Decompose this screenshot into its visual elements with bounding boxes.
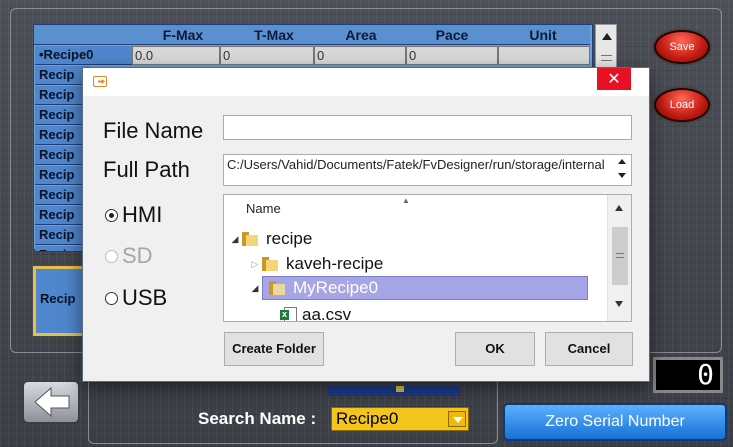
tree-node-label: aa.csv [302, 305, 352, 322]
column-header: Pace [435, 27, 469, 43]
load-button[interactable]: Load [654, 88, 710, 122]
file-name-label: File Name [103, 118, 204, 143]
radio-unchecked-icon [105, 249, 118, 263]
selected-node-highlight[interactable]: MyRecipe0 [262, 276, 588, 300]
scroll-up-icon[interactable] [602, 33, 612, 40]
cancel-button[interactable]: Cancel [545, 332, 633, 366]
save-button[interactable]: Save [654, 30, 710, 64]
table-cell[interactable]: 0 [406, 46, 498, 65]
folder-icon [242, 232, 258, 246]
tree-column-header[interactable]: Name ▲ [224, 195, 604, 219]
zero-serial-number-button[interactable]: Zero Serial Number [503, 403, 727, 441]
column-header: F-Max [162, 27, 204, 43]
table-cell[interactable] [498, 46, 590, 65]
table-cell[interactable]: 0 [220, 46, 314, 65]
full-path-value: C:/Users/Vahid/Documents/Fatek/FvDesigne… [227, 157, 605, 172]
back-button[interactable] [22, 380, 80, 424]
grip-icon [616, 253, 624, 258]
dialog-title-bar: ✕ [83, 68, 649, 96]
tree-node-label: kaveh-recipe [286, 254, 384, 273]
tree-node-aa-csv[interactable]: aa.csv [280, 303, 352, 322]
storage-radio-hmi[interactable]: HMI [105, 202, 162, 228]
radio-unchecked-icon[interactable] [105, 291, 118, 305]
tree-name-column: Name [246, 201, 281, 216]
radio-checked-icon[interactable] [105, 208, 118, 222]
scroll-thumb[interactable] [612, 227, 628, 285]
search-name-label: Search Name : [198, 409, 317, 428]
status-strip [328, 386, 460, 396]
tree-scrollbar[interactable] [607, 195, 631, 321]
path-spinner[interactable] [615, 157, 629, 183]
storage-radio-label: HMI [122, 202, 163, 227]
storage-radio-sd: SD [105, 243, 153, 269]
table-scrollbar[interactable] [595, 24, 617, 68]
table-row[interactable]: •Recipe0 [35, 46, 133, 65]
chevron-down-icon[interactable] [618, 173, 626, 178]
close-button[interactable]: ✕ [597, 68, 631, 90]
table-cell[interactable]: 0 [314, 46, 406, 65]
column-header: Unit [529, 27, 557, 43]
collapsed-icon[interactable]: ▷ [248, 259, 262, 270]
search-name-dropdown[interactable]: Recipe0 [331, 407, 469, 431]
tree-node-kaveh-recipe[interactable]: ▷ kaveh-recipe [248, 252, 384, 276]
file-name-input[interactable] [223, 115, 632, 140]
folder-tree[interactable]: Name ▲ ◢ recipe ▷ kaveh-recipe ◢ MyRecip… [223, 194, 632, 322]
folder-icon [269, 281, 285, 295]
recipe-detail-row[interactable]: Recip [33, 266, 88, 336]
chevron-down-icon [453, 417, 463, 423]
dropdown-button[interactable] [448, 411, 466, 427]
tree-node-myrecipe0[interactable]: ◢ MyRecipe0 [248, 276, 588, 300]
create-folder-button[interactable]: Create Folder [224, 332, 324, 366]
ok-button[interactable]: OK [455, 332, 535, 366]
storage-radio-usb[interactable]: USB [105, 285, 167, 311]
expanded-icon[interactable]: ◢ [228, 234, 242, 245]
chevron-up-icon[interactable] [618, 159, 626, 164]
folder-icon [262, 257, 278, 271]
tree-node-recipe[interactable]: ◢ recipe [228, 227, 313, 251]
file-dialog: ✕ File Name Full Path C:/Users/Vahid/Doc… [82, 67, 650, 382]
column-header: T-Max [254, 27, 294, 43]
scroll-grip-icon [601, 55, 612, 61]
expanded-icon[interactable]: ◢ [248, 283, 262, 294]
excel-file-icon [280, 307, 297, 321]
tree-node-label: recipe [266, 229, 313, 248]
export-icon [93, 76, 107, 87]
arrow-left-icon [34, 386, 70, 418]
recipe-table-header: F-Max T-Max Area Pace Unit [34, 25, 590, 45]
full-path-field[interactable]: C:/Users/Vahid/Documents/Fatek/FvDesigne… [223, 154, 632, 186]
column-header: Area [345, 27, 377, 43]
search-name-value: Recipe0 [336, 409, 399, 428]
storage-radio-label: SD [122, 243, 153, 268]
scroll-down-icon[interactable] [615, 301, 623, 307]
full-path-label: Full Path [103, 157, 190, 182]
scroll-up-icon[interactable] [615, 205, 623, 211]
table-cell[interactable]: 0.0 [132, 46, 220, 65]
storage-radio-label: USB [122, 285, 168, 310]
sort-up-icon: ▲ [402, 196, 410, 205]
counter-display: 0 [653, 357, 723, 393]
tree-node-label: MyRecipe0 [293, 278, 379, 297]
